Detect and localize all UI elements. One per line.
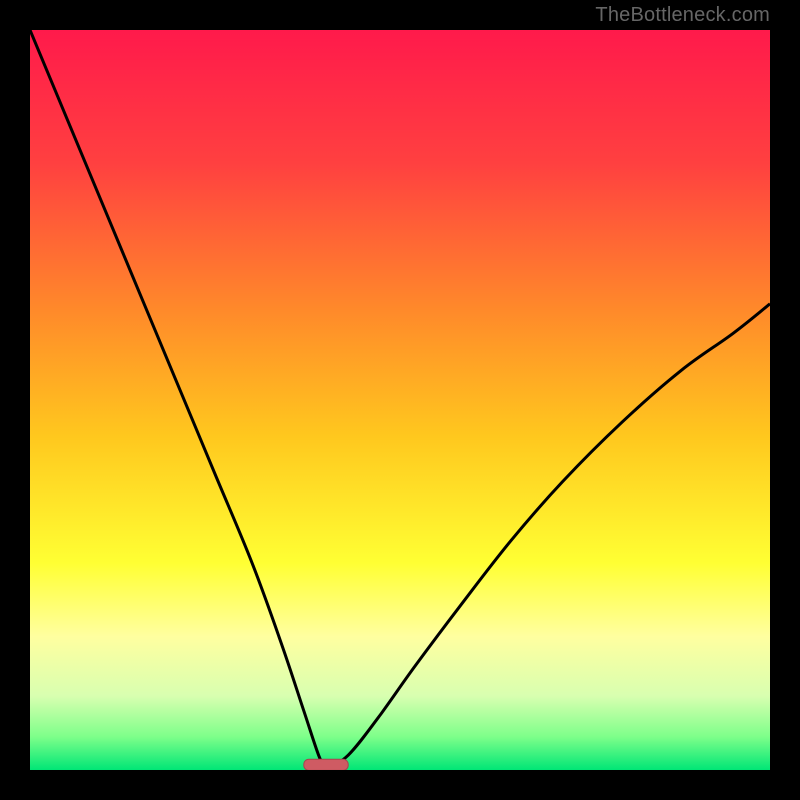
- watermark-text: TheBottleneck.com: [595, 4, 770, 27]
- gradient-background: [30, 30, 770, 770]
- chart-frame: TheBottleneck.com: [0, 0, 800, 800]
- chart-svg: [30, 30, 770, 770]
- minimum-marker: [304, 759, 348, 770]
- plot-area: [30, 30, 770, 770]
